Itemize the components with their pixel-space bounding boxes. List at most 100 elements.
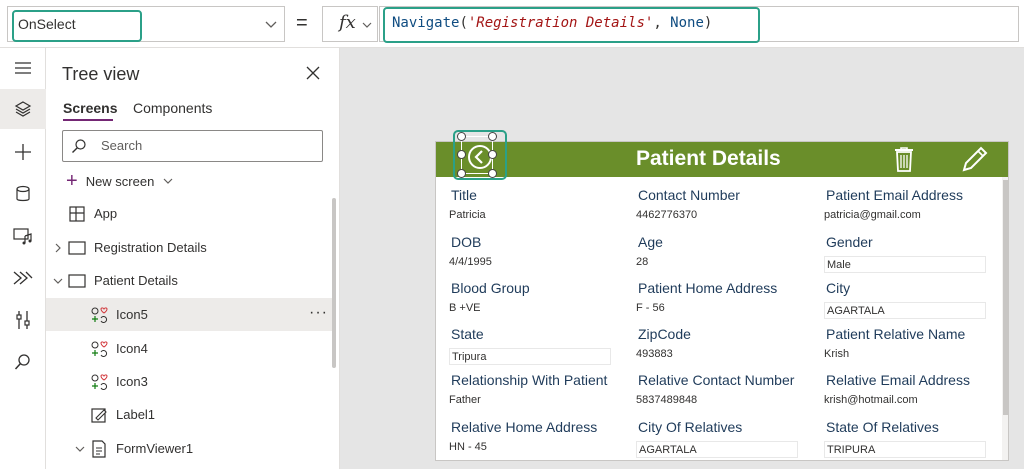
field-label: Title [451, 187, 477, 203]
resize-handle[interactable] [457, 150, 466, 159]
media-button[interactable] [0, 216, 46, 256]
new-screen-button[interactable]: + New screen [66, 170, 174, 192]
property-dropdown[interactable]: OnSelect [7, 6, 285, 42]
database-icon [16, 185, 30, 202]
formula-comma: , [653, 15, 671, 31]
field-value: B +VE [449, 302, 481, 314]
trash-icon[interactable] [893, 146, 915, 172]
field-value: 28 [636, 256, 649, 268]
field-value: 4/4/1995 [449, 256, 492, 268]
formula-arg: None [670, 15, 704, 31]
resize-handle[interactable] [488, 132, 497, 141]
media-icon [13, 228, 32, 245]
advanced-tools-button[interactable] [0, 300, 46, 340]
search-icon [14, 354, 30, 370]
search-input[interactable] [101, 138, 311, 153]
form-scrollbar-thumb[interactable] [1003, 180, 1008, 415]
field-value: 5837489848 [636, 394, 698, 406]
tree-item-label1[interactable]: Label1 [46, 398, 336, 431]
resize-handle[interactable] [488, 150, 497, 159]
plus-icon [15, 144, 31, 160]
formula-text: Navigate('Registration Details', None) [392, 15, 712, 31]
layers-icon [14, 101, 32, 117]
tree-item-formviewer1[interactable]: FormViewer1 [46, 432, 336, 465]
resize-handle[interactable] [488, 169, 497, 178]
equals-sign: = [296, 12, 308, 34]
formula-bar: OnSelect = fx Navigate('Registration Det… [0, 0, 1024, 48]
tools-icon [16, 311, 30, 329]
field-label: City [826, 280, 851, 296]
formula-paren-close: ) [703, 15, 713, 31]
field-value: Patricia [449, 209, 486, 221]
hamburger-button[interactable] [0, 48, 46, 88]
insert-button[interactable] [0, 132, 46, 172]
field-value: Tripura [449, 348, 611, 365]
left-rail [0, 48, 46, 469]
patient-details-screen: Patient Details Title Patricia Contact N… [435, 141, 1009, 461]
field-label: Age [638, 234, 663, 250]
app-icon [69, 205, 85, 222]
field-label: DOB [451, 234, 482, 250]
tree-item-icon5[interactable]: Icon5 ··· [46, 298, 336, 331]
tree-item-icon3[interactable]: Icon3 [46, 365, 336, 398]
formula-string: 'Registration Details' [467, 15, 654, 31]
chevron-down-icon [163, 178, 173, 184]
field-label: Relationship With Patient [451, 372, 608, 388]
tree-item-label: Patient Details [94, 273, 178, 288]
chevron-down-icon [362, 22, 372, 28]
canvas: Patient Details Title Patricia Contact N… [340, 48, 1024, 469]
pencil-icon[interactable] [960, 146, 988, 174]
form-viewer: Title Patricia Contact Number 4462776370… [436, 177, 1002, 460]
tree-view-panel: Tree view Screens Components + New scree… [46, 48, 340, 469]
icon-control-icon [91, 373, 108, 390]
screen-title: Patient Details [636, 147, 781, 170]
screen-header: Patient Details [436, 142, 1008, 177]
chevron-down-icon[interactable] [52, 275, 64, 287]
tab-components[interactable]: Components [133, 100, 212, 116]
formula-input[interactable]: Navigate('Registration Details', None) [379, 6, 1019, 43]
close-icon[interactable] [304, 64, 322, 82]
fx-icon: fx [339, 12, 356, 33]
label-control-icon [91, 407, 107, 423]
search-icon [72, 139, 86, 153]
power-automate-button[interactable] [0, 258, 46, 298]
field-value: patricia@gmail.com [824, 209, 921, 221]
formula-function: Navigate [392, 15, 460, 31]
field-value: Krish [824, 348, 850, 360]
field-label: Patient Relative Name [826, 326, 966, 342]
tree-scrollbar[interactable] [332, 198, 336, 368]
field-value: Father [449, 394, 481, 406]
field-label: ZipCode [638, 326, 691, 342]
field-label: State Of Relatives [826, 419, 939, 435]
tree-view-button[interactable] [0, 89, 46, 129]
field-label: City Of Relatives [638, 419, 743, 435]
field-label: Patient Home Address [638, 280, 778, 296]
chevron-right-icon[interactable] [52, 242, 64, 254]
tree-item-icon4[interactable]: Icon4 [46, 332, 336, 365]
resize-handle[interactable] [457, 169, 466, 178]
tree-item-label: Icon4 [116, 341, 148, 356]
search-box [62, 130, 323, 162]
more-options-icon[interactable]: ··· [309, 304, 328, 322]
fx-button[interactable]: fx [322, 6, 378, 42]
tree-item-registration-details[interactable]: Registration Details [46, 231, 336, 264]
data-button[interactable] [0, 174, 46, 214]
chevron-down-icon[interactable] [74, 443, 86, 455]
field-value: 493883 [636, 348, 673, 360]
resize-handle[interactable] [457, 132, 466, 141]
search-rail-button[interactable] [0, 342, 46, 382]
tree-item-label: Icon5 [116, 307, 148, 322]
field-value: krish@hotmail.com [824, 394, 918, 406]
tree-item-patient-details[interactable]: Patient Details [46, 264, 336, 297]
field-value: TRIPURA [824, 441, 986, 458]
field-label: Relative Email Address [826, 372, 970, 388]
new-screen-label: New screen [85, 173, 155, 189]
field-value: 4462776370 [636, 209, 698, 221]
tree-item-app[interactable]: App [46, 197, 336, 230]
field-value: HN - 45 [449, 441, 487, 453]
tab-screens[interactable]: Screens [63, 100, 117, 116]
field-value: Male [824, 256, 986, 273]
tree-item-label: Icon3 [116, 374, 148, 389]
field-value: F - 56 [636, 302, 665, 314]
tree-item-label: App [94, 206, 118, 221]
